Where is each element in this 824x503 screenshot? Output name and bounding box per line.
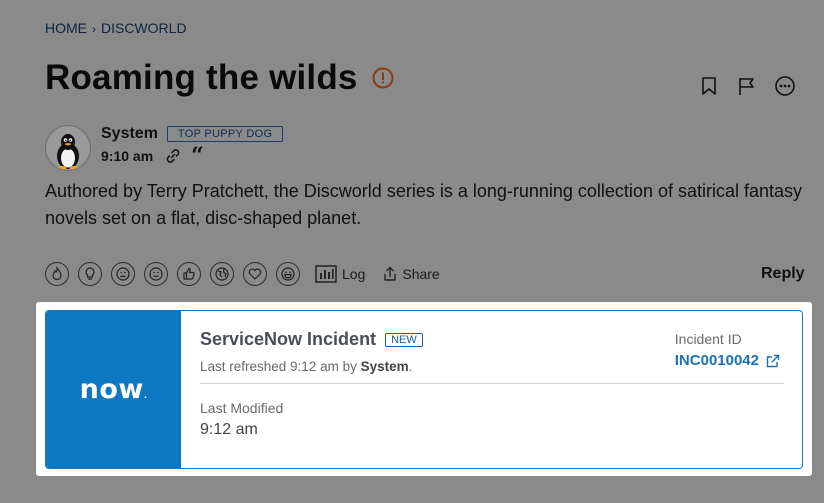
- card-divider: [200, 383, 784, 384]
- more-options-icon[interactable]: [774, 75, 796, 97]
- share-label: Share: [402, 266, 440, 282]
- reaction-bar: Log Share: [45, 262, 440, 286]
- share-button[interactable]: Share: [383, 266, 440, 282]
- share-icon: [384, 266, 397, 281]
- incident-id-link[interactable]: INC0010042: [675, 352, 780, 369]
- penguin-avatar-icon: [57, 134, 79, 170]
- flag-icon[interactable]: [736, 75, 758, 97]
- bookmark-icon[interactable]: [698, 75, 720, 97]
- card-title: ServiceNow Incident: [200, 329, 377, 349]
- alert-icon: [372, 67, 394, 89]
- breadcrumb: HOME › DISCWORLD: [45, 20, 187, 36]
- heart-reaction-icon[interactable]: [243, 262, 267, 286]
- incident-id-label: Incident ID: [674, 331, 742, 347]
- author-name[interactable]: System: [101, 125, 158, 143]
- rank-badge: TOP PUPPY DOG: [166, 126, 284, 142]
- breadcrumb-discworld[interactable]: DISCWORLD: [101, 20, 187, 36]
- page-title: Roaming the wilds: [45, 58, 358, 97]
- breadcrumb-separator: ›: [92, 22, 96, 36]
- fire-reaction-icon[interactable]: [45, 262, 69, 286]
- smile-reaction-icon[interactable]: [144, 262, 168, 286]
- last-modified-value: 9:12 am: [200, 421, 258, 438]
- servicenow-logo-panel: now.: [46, 311, 181, 468]
- frown-reaction-icon[interactable]: [111, 262, 135, 286]
- grin-reaction-icon[interactable]: [276, 262, 300, 286]
- refreshed-by-user: System: [360, 359, 409, 374]
- post-author: System TOP PUPPY DOG 9:10 am “: [45, 125, 284, 171]
- link-icon[interactable]: [165, 148, 181, 164]
- servicenow-logo: now.: [79, 374, 148, 405]
- post-body: Authored by Terry Pratchett, the Discwor…: [45, 181, 803, 228]
- new-badge: NEW: [385, 332, 423, 347]
- log-button[interactable]: Log: [315, 265, 365, 283]
- lightbulb-reaction-icon[interactable]: [78, 262, 102, 286]
- thumbs-up-reaction-icon[interactable]: [177, 262, 201, 286]
- post-timestamp[interactable]: 9:10 am: [101, 148, 153, 164]
- globe-reaction-icon[interactable]: [210, 262, 234, 286]
- external-link-icon: [766, 354, 780, 367]
- incident-id-block: Incident ID INC0010042: [675, 331, 780, 369]
- post-top-actions: [698, 75, 796, 97]
- title-row: Roaming the wilds: [45, 58, 394, 98]
- quote-icon[interactable]: “: [191, 145, 204, 167]
- reply-button[interactable]: Reply: [761, 265, 805, 283]
- log-label: Log: [342, 266, 366, 282]
- servicenow-incident-card: now. ServiceNow Incident NEW Last refres…: [45, 310, 803, 469]
- bar-chart-icon: [315, 265, 337, 283]
- breadcrumb-home[interactable]: HOME: [45, 20, 87, 36]
- avatar[interactable]: [45, 125, 91, 171]
- last-modified-label: Last Modified: [200, 400, 284, 416]
- servicenow-card-container: now. ServiceNow Incident NEW Last refres…: [36, 302, 812, 476]
